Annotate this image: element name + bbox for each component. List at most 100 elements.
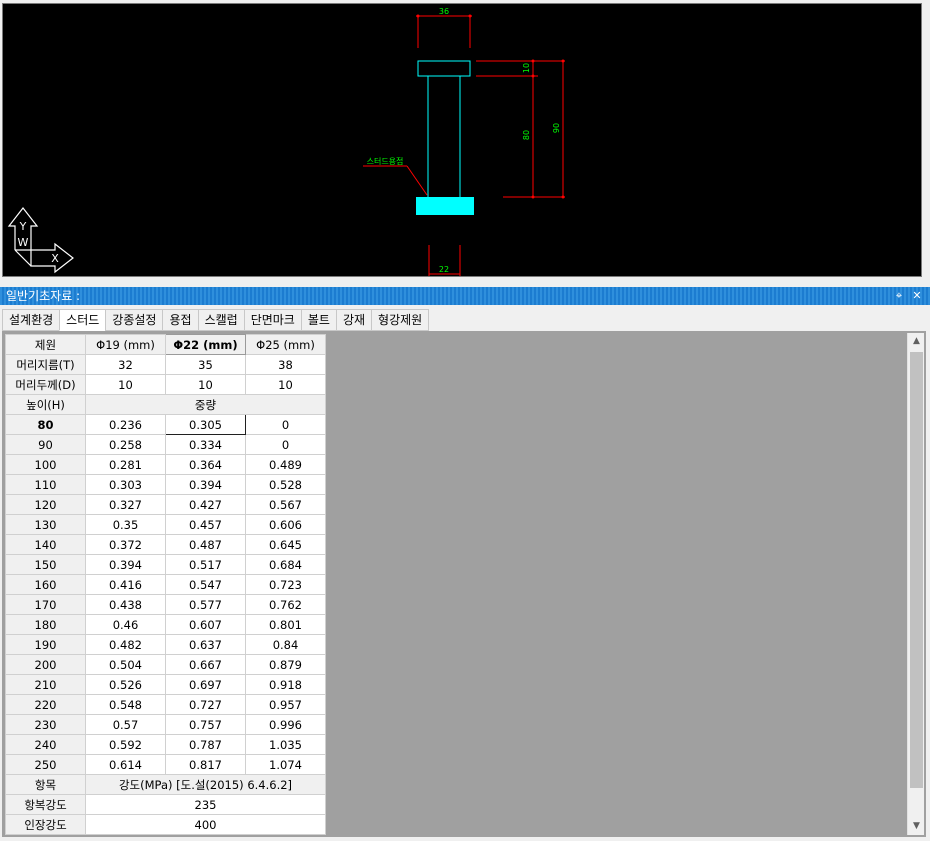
cell-head-diameter-d22[interactable]: 35: [165, 354, 246, 375]
weight-cell[interactable]: 0.416: [85, 574, 166, 595]
weight-cell[interactable]: 0.281: [85, 454, 166, 475]
col-header-d25[interactable]: Φ25 (mm): [245, 334, 326, 355]
tab-section-spec[interactable]: 형강제원: [371, 309, 430, 331]
weight-cell[interactable]: 0.614: [85, 754, 166, 775]
weight-cell[interactable]: 0.526: [85, 674, 166, 695]
cell-head-diameter-d25[interactable]: 38: [245, 354, 326, 375]
weight-cell[interactable]: 0.394: [165, 474, 246, 495]
tab-weld[interactable]: 용접: [162, 309, 199, 331]
row-header-height-value[interactable]: 150: [5, 554, 86, 575]
tab-section-mark[interactable]: 단면마크: [243, 309, 302, 331]
weight-cell[interactable]: 0.547: [165, 574, 246, 595]
weight-cell[interactable]: 0.801: [245, 614, 326, 635]
row-header-height-value[interactable]: 160: [5, 574, 86, 595]
weight-cell[interactable]: 0.303: [85, 474, 166, 495]
weight-cell[interactable]: 0.577: [165, 594, 246, 615]
weight-cell[interactable]: 0.487: [165, 534, 246, 555]
tab-steel-grade[interactable]: 강종설정: [105, 309, 164, 331]
weight-cell[interactable]: 1.074: [245, 754, 326, 775]
cell-tensile-strength[interactable]: 400: [85, 814, 326, 835]
row-header-height-value[interactable]: 230: [5, 714, 86, 735]
row-header-height-value[interactable]: 100: [5, 454, 86, 475]
weight-cell[interactable]: 0: [245, 414, 326, 435]
weight-cell[interactable]: 0.427: [165, 494, 246, 515]
weight-cell[interactable]: 0.757: [165, 714, 246, 735]
row-header-height-value[interactable]: 220: [5, 694, 86, 715]
vertical-scrollbar[interactable]: ▲ ▼: [907, 333, 924, 835]
row-header-height-value[interactable]: 200: [5, 654, 86, 675]
tab-scallop[interactable]: 스캘럽: [197, 309, 245, 331]
weight-cell[interactable]: 0.334: [165, 434, 246, 455]
weight-cell[interactable]: 0.35: [85, 514, 166, 535]
weight-cell[interactable]: 0.46: [85, 614, 166, 635]
weight-cell[interactable]: 0.606: [245, 514, 326, 535]
weight-cell[interactable]: 0.528: [245, 474, 326, 495]
tab-stud[interactable]: 스터드: [59, 309, 107, 331]
row-header-height-value[interactable]: 80: [5, 414, 86, 435]
weight-cell[interactable]: 0.667: [165, 654, 246, 675]
cell-head-thickness-d25[interactable]: 10: [245, 374, 326, 395]
weight-cell[interactable]: 0.637: [165, 634, 246, 655]
weight-cell[interactable]: 0.817: [165, 754, 246, 775]
row-header-height-value[interactable]: 130: [5, 514, 86, 535]
weight-cell[interactable]: 0.57: [85, 714, 166, 735]
weight-cell[interactable]: 0.305: [165, 414, 246, 435]
weight-cell[interactable]: 0.489: [245, 454, 326, 475]
row-header-height-value[interactable]: 90: [5, 434, 86, 455]
weight-cell[interactable]: 0.517: [165, 554, 246, 575]
weight-cell[interactable]: 0.236: [85, 414, 166, 435]
weight-cell[interactable]: 0.592: [85, 734, 166, 755]
row-header-height-value[interactable]: 110: [5, 474, 86, 495]
tab-bolt[interactable]: 볼트: [300, 309, 337, 331]
weight-cell[interactable]: 0.697: [165, 674, 246, 695]
row-header-height-value[interactable]: 190: [5, 634, 86, 655]
weight-cell[interactable]: 0.394: [85, 554, 166, 575]
weight-cell[interactable]: 0.548: [85, 694, 166, 715]
col-header-d19[interactable]: Φ19 (mm): [85, 334, 166, 355]
weight-cell[interactable]: 0.372: [85, 534, 166, 555]
row-header-height-value[interactable]: 180: [5, 614, 86, 635]
weight-cell[interactable]: 0.438: [85, 594, 166, 615]
row-header-height-value[interactable]: 250: [5, 754, 86, 775]
weight-cell[interactable]: 0.258: [85, 434, 166, 455]
weight-cell[interactable]: 0.727: [165, 694, 246, 715]
weight-cell[interactable]: 0.327: [85, 494, 166, 515]
weight-cell[interactable]: 0.504: [85, 654, 166, 675]
weight-cell[interactable]: 0.567: [245, 494, 326, 515]
weight-cell[interactable]: 0.482: [85, 634, 166, 655]
row-header-height-value[interactable]: 120: [5, 494, 86, 515]
scroll-down-icon[interactable]: ▼: [908, 818, 925, 835]
weight-cell[interactable]: 0.723: [245, 574, 326, 595]
weight-cell[interactable]: 0: [245, 434, 326, 455]
weight-cell[interactable]: 0.996: [245, 714, 326, 735]
row-header-height-value[interactable]: 140: [5, 534, 86, 555]
row-header-height-value[interactable]: 210: [5, 674, 86, 695]
weight-cell[interactable]: 1.035: [245, 734, 326, 755]
weight-cell[interactable]: 0.607: [165, 614, 246, 635]
row-header-height-value[interactable]: 240: [5, 734, 86, 755]
weight-cell[interactable]: 0.84: [245, 634, 326, 655]
weight-cell[interactable]: 0.957: [245, 694, 326, 715]
cell-yield-strength[interactable]: 235: [85, 794, 326, 815]
weight-cell[interactable]: 0.457: [165, 514, 246, 535]
weight-cell[interactable]: 0.762: [245, 594, 326, 615]
weight-cell[interactable]: 0.918: [245, 674, 326, 695]
weight-cell[interactable]: 0.645: [245, 534, 326, 555]
weight-cell[interactable]: 0.787: [165, 734, 246, 755]
tab-design-env[interactable]: 설계환경: [2, 309, 61, 331]
col-header-d22[interactable]: Φ22 (mm): [165, 334, 246, 355]
scroll-up-icon[interactable]: ▲: [908, 333, 925, 350]
cell-head-thickness-d19[interactable]: 10: [85, 374, 166, 395]
cell-head-thickness-d22[interactable]: 10: [165, 374, 246, 395]
weight-cell[interactable]: 0.684: [245, 554, 326, 575]
pin-icon[interactable]: ⌖: [894, 287, 904, 305]
tab-steel[interactable]: 강재: [335, 309, 373, 331]
cell-head-diameter-d19[interactable]: 32: [85, 354, 166, 375]
table-row: 230 0.57 0.757 0.996: [5, 714, 326, 735]
close-icon[interactable]: ✕: [912, 287, 922, 305]
row-header-height-value[interactable]: 170: [5, 594, 86, 615]
weight-cell[interactable]: 0.364: [165, 454, 246, 475]
cad-viewport[interactable]: 36 10 80 90 스터드용접 22 Y W X: [2, 3, 922, 277]
weight-cell[interactable]: 0.879: [245, 654, 326, 675]
scroll-thumb[interactable]: [910, 352, 923, 788]
